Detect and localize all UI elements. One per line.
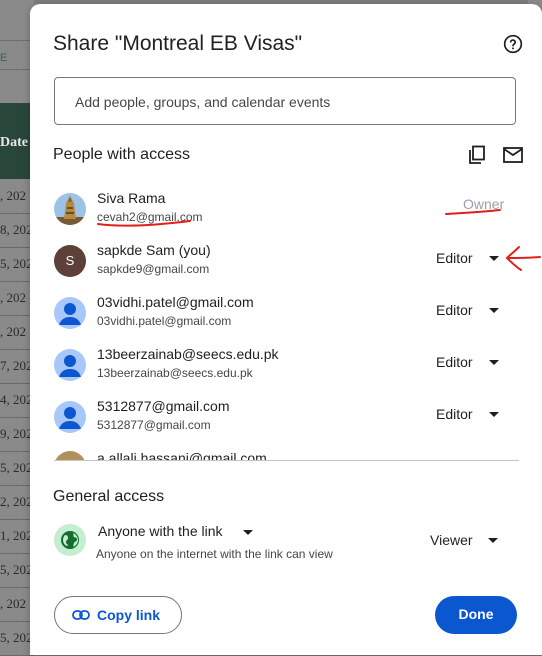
person-email: 5312877@gmail.com xyxy=(97,418,211,432)
chevron-down-icon[interactable] xyxy=(489,360,499,365)
sheet-row: 5, 202 xyxy=(0,247,34,282)
sheet-row: 9, 202 xyxy=(0,417,34,452)
person-email: sapkde9@gmail.com xyxy=(97,262,210,276)
default-person-avatar-icon xyxy=(54,401,86,433)
chevron-down-icon[interactable] xyxy=(489,412,499,417)
chevron-down-icon[interactable] xyxy=(489,256,499,261)
general-access-role-dropdown[interactable]: Viewer xyxy=(430,532,473,548)
sheet-row: , 202 xyxy=(0,587,34,622)
list-divider xyxy=(54,460,519,461)
sheet-row: 4, 202 xyxy=(0,383,34,418)
sheet-column-letter: E xyxy=(0,52,8,64)
person-email: 03vidhi.patel@gmail.com xyxy=(97,314,232,328)
person-row: 03vidhi.patel@gmail.com 03vidhi.patel@gm… xyxy=(54,292,524,342)
sheet-row: , 202 xyxy=(0,179,34,214)
sheet-row: , 202 xyxy=(0,315,34,350)
avatar-photo xyxy=(54,451,86,460)
sheet-header-cell: Date xyxy=(0,103,34,179)
sheet-cell: 5, 202 xyxy=(0,256,33,271)
role-dropdown[interactable]: Editor xyxy=(436,302,473,318)
sheet-row: 8, 202 xyxy=(0,213,34,248)
person-row-partial: a.allali.hassani@gmail.com xyxy=(54,448,524,460)
person-email: 13beerzainab@seecs.edu.pk xyxy=(97,366,253,380)
sheet-cell: 7, 202 xyxy=(0,358,33,373)
chevron-down-icon[interactable] xyxy=(489,308,499,313)
dialog-title: Share "Montreal EB Visas" xyxy=(53,32,303,55)
sheet-header-text: Date xyxy=(0,135,28,150)
person-email: cevah2@gmail.com xyxy=(97,210,203,224)
person-row: Siva Rama cevah2@gmail.com Owner xyxy=(54,188,524,238)
sheet-cell: , 202 xyxy=(0,596,26,611)
done-label: Done xyxy=(458,606,494,622)
background-spreadsheet: E Date , 202 8, 202 5, 202 , 202 , 202 7… xyxy=(0,0,34,656)
owner-role-label: Owner xyxy=(463,196,505,212)
person-name: a.allali.hassani@gmail.com xyxy=(97,450,267,460)
chevron-down-icon[interactable] xyxy=(243,530,253,535)
help-circle-icon[interactable] xyxy=(503,34,523,54)
sheet-cell: 5, 202 xyxy=(0,460,33,475)
sheet-cell: , 202 xyxy=(0,188,26,203)
sheet-cell: 8, 202 xyxy=(0,222,33,237)
sheet-cell: 1, 202 xyxy=(0,528,33,543)
general-access-dropdown[interactable]: Anyone with the link xyxy=(98,523,223,539)
sheet-row: 2, 202 xyxy=(0,485,34,520)
person-row: 5312877@gmail.com 5312877@gmail.com Edit… xyxy=(54,396,524,446)
mail-icon[interactable] xyxy=(502,145,524,165)
chevron-down-icon[interactable] xyxy=(488,538,498,543)
person-name: 5312877@gmail.com xyxy=(97,398,230,414)
sheet-cell: 9, 202 xyxy=(0,426,33,441)
role-dropdown[interactable]: Editor xyxy=(436,406,473,422)
general-access-description: Anyone on the internet with the link can… xyxy=(96,547,333,561)
person-name: Siva Rama xyxy=(97,190,166,206)
sheet-cell: , 202 xyxy=(0,290,26,305)
sheet-row: 5, 202 xyxy=(0,621,34,656)
sheet-row: , 202 xyxy=(0,281,34,316)
sheet-cell: 5, 202 xyxy=(0,630,33,645)
copy-icon[interactable] xyxy=(467,145,487,165)
person-name: 03vidhi.patel@gmail.com xyxy=(97,294,254,310)
default-person-avatar-icon xyxy=(54,297,86,329)
globe-icon xyxy=(54,524,86,556)
share-dialog: Share "Montreal EB Visas" Add people, gr… xyxy=(30,4,542,655)
sheet-cell: 2, 202 xyxy=(0,494,33,509)
sheet-cell: , 202 xyxy=(0,324,26,339)
copy-link-label: Copy link xyxy=(97,607,161,623)
link-icon xyxy=(72,610,90,620)
add-people-input[interactable]: Add people, groups, and calendar events xyxy=(54,77,516,125)
default-person-avatar-icon xyxy=(54,349,86,381)
sheet-cell: 5, 202 xyxy=(0,562,33,577)
person-row: 13beerzainab@seecs.edu.pk 13beerzainab@s… xyxy=(54,344,524,394)
sheet-row: 7, 202 xyxy=(0,349,34,384)
add-people-placeholder: Add people, groups, and calendar events xyxy=(75,94,331,110)
person-name: 13beerzainab@seecs.edu.pk xyxy=(97,346,279,362)
role-dropdown[interactable]: Editor xyxy=(436,250,473,266)
sheet-cell: 4, 202 xyxy=(0,392,33,407)
sheet-row: 5, 202 xyxy=(0,451,34,486)
person-name: sapkde Sam (you) xyxy=(97,242,211,258)
avatar-photo xyxy=(54,193,86,225)
general-access-heading: General access xyxy=(53,488,165,505)
done-button[interactable]: Done xyxy=(435,596,517,634)
people-with-access-heading: People with access xyxy=(53,146,190,163)
sheet-row: 5, 202 xyxy=(0,553,34,588)
avatar-initial: S xyxy=(54,245,86,277)
copy-link-button[interactable]: Copy link xyxy=(54,596,182,634)
person-row: S sapkde Sam (you) sapkde9@gmail.com Edi… xyxy=(54,240,524,290)
role-dropdown[interactable]: Editor xyxy=(436,354,473,370)
sheet-row: 1, 202 xyxy=(0,519,34,554)
